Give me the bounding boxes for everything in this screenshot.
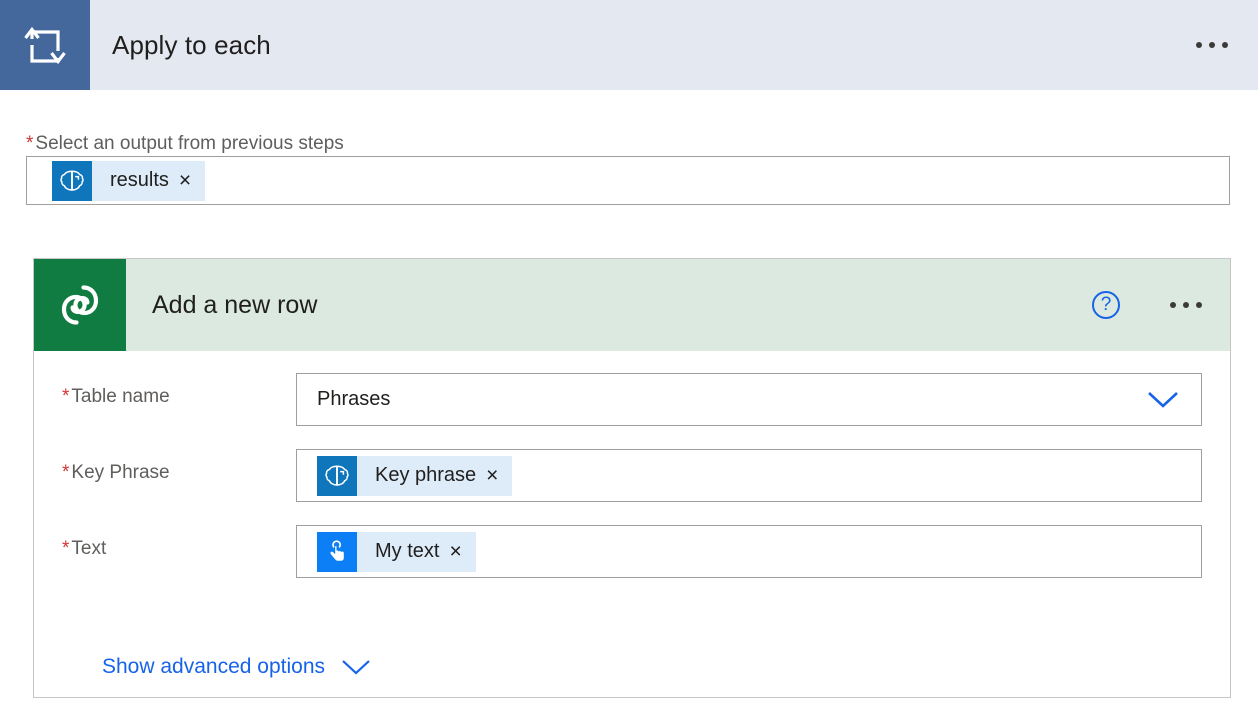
table-name-control: Phrases — [296, 373, 1230, 426]
apply-to-each-title: Apply to each — [90, 0, 1196, 90]
token-results-label: results — [92, 169, 177, 192]
token-results[interactable]: results × — [52, 161, 205, 201]
text-label: *Text — [34, 525, 296, 561]
close-icon[interactable]: × — [484, 465, 512, 486]
apply-to-each-menu-button[interactable] — [1196, 0, 1258, 90]
apply-to-each-header[interactable]: Apply to each — [0, 0, 1258, 90]
field-row-table-name: *Table name Phrases — [34, 373, 1230, 449]
text-input[interactable]: My text × — [296, 525, 1202, 578]
select-output-label-text: Select an output from previous steps — [35, 133, 343, 154]
chevron-down-icon[interactable] — [341, 659, 371, 676]
required-asterisk: * — [62, 386, 69, 407]
add-a-new-row-card: Add a new row ? *Table name Phrases — [33, 258, 1231, 698]
field-row-key-phrase: *Key Phrase — [34, 449, 1230, 525]
add-a-new-row-tools: ? — [1092, 259, 1230, 351]
add-a-new-row-header[interactable]: Add a new row ? — [34, 259, 1230, 351]
excel-online-icon — [34, 259, 126, 351]
help-question-icon[interactable]: ? — [1092, 291, 1120, 319]
token-my-text-label: My text — [357, 540, 447, 563]
show-advanced-options-label: Show advanced options — [102, 655, 325, 679]
close-icon[interactable]: × — [177, 170, 205, 191]
key-phrase-label-text: Key Phrase — [71, 462, 169, 483]
token-my-text[interactable]: My text × — [317, 532, 476, 572]
powerapps-tap-icon — [317, 532, 357, 572]
add-a-new-row-fields: *Table name Phrases *Key — [34, 351, 1230, 601]
table-name-dropdown[interactable]: Phrases — [296, 373, 1202, 426]
key-phrase-control: Key phrase × — [296, 449, 1230, 502]
key-phrase-label: *Key Phrase — [34, 449, 296, 485]
cognitive-services-brain-icon — [317, 456, 357, 496]
add-a-new-row-title: Add a new row — [126, 259, 1092, 351]
text-control: My text × — [296, 525, 1230, 578]
table-name-value: Phrases — [317, 388, 390, 411]
field-row-text: *Text My text × — [34, 525, 1230, 601]
show-advanced-options-link[interactable]: Show advanced options — [102, 655, 371, 679]
select-output-label: *Select an output from previous steps — [26, 132, 344, 156]
required-asterisk: * — [62, 462, 69, 483]
cognitive-services-brain-icon — [52, 161, 92, 201]
required-asterisk: * — [62, 538, 69, 559]
select-output-input[interactable]: results × — [26, 156, 1230, 205]
chevron-down-icon[interactable] — [1147, 391, 1179, 409]
key-phrase-input[interactable]: Key phrase × — [296, 449, 1202, 502]
table-name-label: *Table name — [34, 373, 296, 409]
required-asterisk: * — [26, 133, 33, 154]
ellipsis-icon[interactable] — [1196, 42, 1228, 48]
token-key-phrase-label: Key phrase — [357, 464, 484, 487]
text-label-text: Text — [71, 538, 106, 559]
close-icon[interactable]: × — [447, 541, 475, 562]
token-key-phrase[interactable]: Key phrase × — [317, 456, 512, 496]
table-name-label-text: Table name — [71, 386, 169, 407]
ellipsis-icon[interactable] — [1170, 302, 1202, 308]
step-body: *Select an output from previous steps re… — [0, 90, 1258, 720]
loop-repeat-icon — [0, 0, 90, 90]
